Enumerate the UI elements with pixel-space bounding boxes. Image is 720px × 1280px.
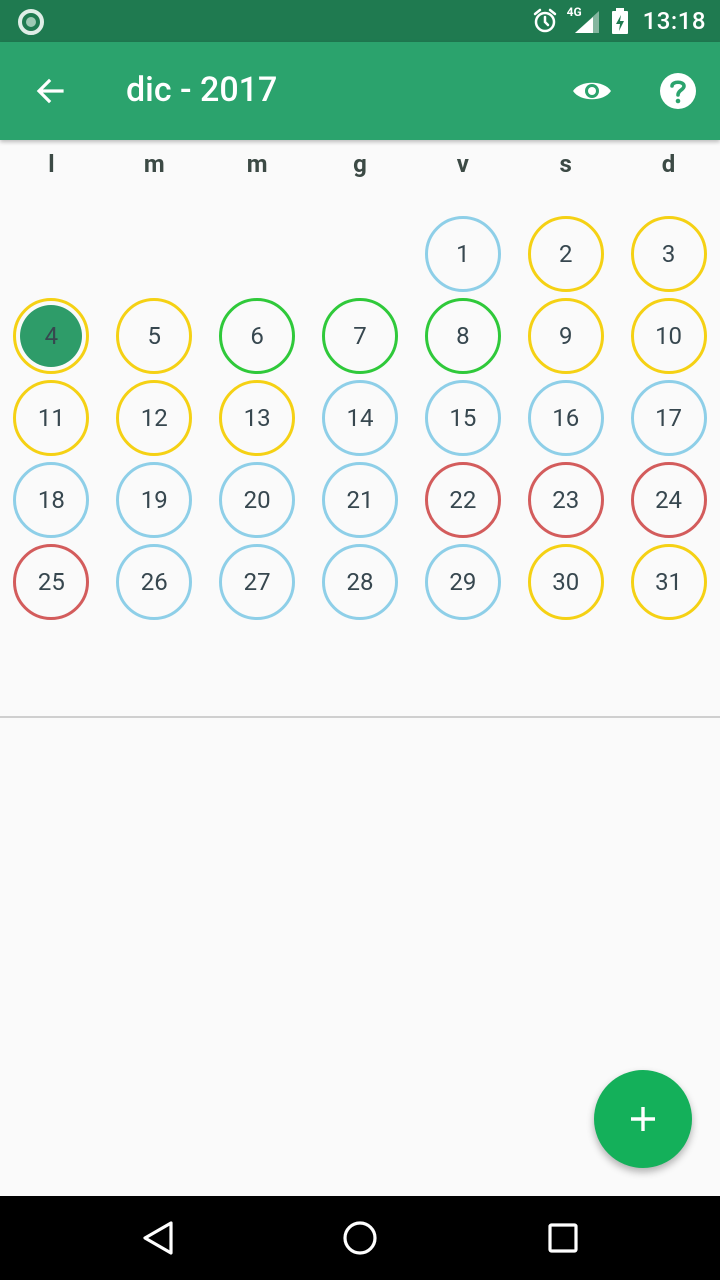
weekday-label: v — [456, 150, 469, 178]
weekday-label: g — [353, 150, 367, 178]
system-nav-bar — [0, 1196, 720, 1280]
calendar-day[interactable]: 11 — [13, 380, 90, 456]
calendar-day[interactable]: 30 — [527, 544, 604, 620]
calendar-day[interactable]: 17 — [630, 380, 707, 456]
nav-home-button[interactable] — [336, 1214, 384, 1262]
arrow-back-icon — [36, 78, 64, 104]
nav-back-button[interactable] — [134, 1214, 182, 1262]
status-bar: 4G 13:18 — [0, 0, 720, 42]
calendar-day[interactable]: 5 — [116, 298, 193, 374]
help-button[interactable] — [654, 67, 702, 115]
calendar-day[interactable]: 10 — [630, 298, 707, 374]
nav-recents-button[interactable] — [539, 1214, 587, 1262]
calendar-day[interactable]: 29 — [424, 544, 501, 620]
calendar-day-number: 23 — [552, 486, 580, 514]
calendar-day-number: 24 — [655, 486, 683, 514]
page-title: dic - 2017 — [126, 70, 278, 110]
calendar-day-number: 30 — [552, 568, 580, 596]
calendar-day[interactable]: 1 — [424, 216, 501, 292]
signal-icon: 4G — [566, 5, 601, 35]
nav-recents-icon — [548, 1223, 578, 1253]
calendar-day[interactable]: 26 — [116, 544, 193, 620]
back-button[interactable] — [26, 67, 74, 115]
calendar-day-number: 26 — [140, 568, 168, 596]
calendar-day-number: 19 — [140, 486, 168, 514]
calendar-day-number: 3 — [661, 240, 676, 268]
add-button[interactable] — [594, 1070, 692, 1168]
notification-icon — [18, 9, 44, 35]
calendar-day-number: 18 — [37, 486, 65, 514]
calendar-day-number: 7 — [353, 322, 367, 350]
calendar-day-number: 20 — [243, 486, 271, 514]
calendar-day[interactable]: 28 — [322, 544, 398, 620]
clock-time: 13:18 — [642, 7, 706, 35]
calendar-day[interactable]: 15 — [424, 380, 501, 456]
calendar-day[interactable]: 2 — [527, 216, 604, 292]
alarm-icon — [531, 7, 559, 35]
calendar-day-number: 31 — [655, 568, 683, 596]
calendar-day[interactable]: 3 — [630, 216, 707, 292]
calendar-day-number: 22 — [449, 486, 477, 514]
weekday-label: m — [246, 150, 268, 178]
network-type-label: 4G — [566, 5, 582, 19]
calendar-day[interactable]: 19 — [116, 462, 193, 538]
calendar-day[interactable]: 18 — [13, 462, 90, 538]
calendar-day[interactable]: 6 — [219, 298, 296, 374]
calendar-day[interactable]: 21 — [322, 462, 398, 538]
calendar-day[interactable]: 7 — [322, 298, 398, 374]
calendar-day-number: 10 — [655, 322, 683, 350]
weekday-label: d — [661, 150, 676, 178]
calendar-day[interactable]: 14 — [322, 380, 398, 456]
calendar-day-number: 16 — [552, 404, 580, 432]
calendar-day-number: 8 — [456, 322, 470, 350]
calendar-day-number: 6 — [250, 322, 264, 350]
calendar-day-number: 5 — [147, 322, 162, 350]
nav-home-icon — [343, 1221, 377, 1255]
visibility-button[interactable] — [568, 67, 616, 115]
calendar-day[interactable]: 24 — [630, 462, 707, 538]
calendar-day[interactable]: 22 — [424, 462, 501, 538]
app-bar: dic - 2017 — [0, 42, 720, 140]
calendar-day-number: 27 — [243, 568, 271, 596]
calendar-day[interactable]: 12 — [116, 380, 193, 456]
calendar-day-number: 14 — [346, 404, 374, 432]
calendar-day-number: 9 — [558, 322, 573, 350]
divider — [0, 716, 720, 718]
calendar-day-number: 13 — [243, 404, 271, 432]
calendar-day-number: 11 — [37, 404, 65, 432]
calendar-day[interactable]: 20 — [219, 462, 296, 538]
weekday-label: l — [48, 150, 55, 178]
calendar-day-number: 21 — [346, 486, 374, 514]
calendar-day[interactable]: 31 — [630, 544, 707, 620]
calendar-day-number: 29 — [449, 568, 477, 596]
calendar-day[interactable]: 13 — [219, 380, 296, 456]
calendar-day[interactable]: 9 — [527, 298, 604, 374]
calendar-day-number: 17 — [655, 404, 683, 432]
calendar-day[interactable]: 23 — [527, 462, 604, 538]
calendar-day-number: 1 — [456, 240, 470, 268]
calendar-day-number: 2 — [558, 240, 573, 268]
calendar-day[interactable]: 25 — [13, 544, 90, 620]
weekday-header-row: l m m g v s d — [0, 150, 720, 194]
calendar-day[interactable]: 8 — [424, 298, 501, 374]
eye-icon — [573, 82, 611, 100]
battery-charging-icon — [611, 7, 629, 35]
status-icons: 4G 13:18 — [531, 0, 706, 42]
plus-icon — [631, 1107, 655, 1131]
calendar-day-selected[interactable]: 4 — [13, 298, 90, 374]
help-icon — [660, 73, 696, 109]
calendar-day-number: 4 — [44, 322, 59, 350]
calendar-day-number: 25 — [37, 568, 65, 596]
nav-back-icon — [143, 1221, 173, 1255]
calendar-day-number: 12 — [140, 404, 168, 432]
calendar-day[interactable]: 16 — [527, 380, 604, 456]
calendar-day-number: 15 — [449, 404, 477, 432]
weekday-label: m — [143, 150, 165, 178]
weekday-label: s — [559, 150, 572, 178]
calendar-day-number: 28 — [346, 568, 374, 596]
calendar-day[interactable]: 27 — [219, 544, 296, 620]
